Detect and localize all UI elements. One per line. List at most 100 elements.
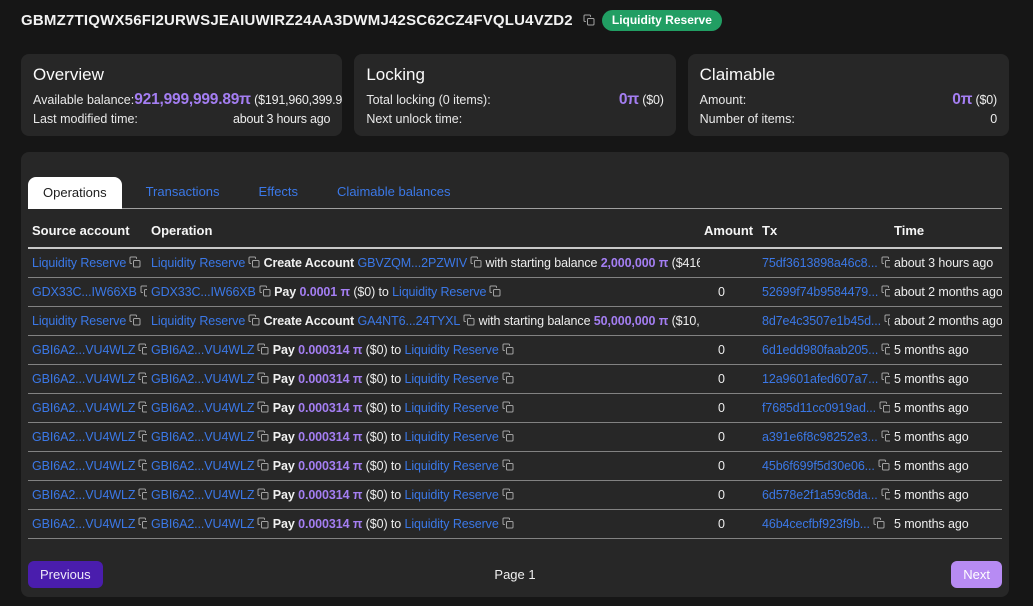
copy-icon[interactable] [257, 488, 269, 500]
copy-icon[interactable] [140, 285, 147, 297]
copy-icon[interactable] [259, 285, 271, 297]
source-account-link[interactable]: GDX33C...IW66XB [32, 285, 137, 299]
copy-icon[interactable] [463, 314, 475, 326]
copy-icon[interactable] [881, 430, 890, 442]
time-cell: 5 months ago [890, 452, 1002, 481]
copy-icon[interactable] [502, 430, 514, 442]
copy-icon[interactable] [248, 314, 260, 326]
operation-account-link[interactable]: Liquidity Reserve [404, 517, 498, 531]
tab-effects[interactable]: Effects [244, 176, 314, 208]
copy-icon[interactable] [129, 256, 141, 268]
copy-icon[interactable] [257, 459, 269, 471]
tx-link[interactable]: f7685d11cc0919ad... [762, 401, 876, 415]
copy-icon[interactable] [881, 343, 890, 355]
copy-icon[interactable] [257, 517, 269, 529]
copy-icon[interactable] [129, 314, 141, 326]
operation-account-link[interactable]: Liquidity Reserve [404, 488, 498, 502]
operation-amount: 0.000314 π [298, 401, 362, 415]
operation-account-link[interactable]: GDX33C...IW66XB [151, 285, 256, 299]
source-account-link[interactable]: Liquidity Reserve [32, 314, 126, 328]
operation-account-link[interactable]: GA4NT6...24TYXL [357, 314, 460, 328]
copy-icon[interactable] [878, 459, 890, 471]
previous-button[interactable]: Previous [28, 561, 103, 588]
operation-account-link[interactable]: GBVZQM...2PZWIV [357, 256, 467, 270]
operation-account-link[interactable]: GBI6A2...VU4WLZ [151, 343, 254, 357]
operation-account-link[interactable]: GBI6A2...VU4WLZ [151, 430, 254, 444]
claimable-card: Claimable Amount: 0π ($0) Number of item… [688, 54, 1009, 136]
operation-account-link[interactable]: Liquidity Reserve [404, 430, 498, 444]
source-account-link[interactable]: GBI6A2...VU4WLZ [32, 372, 135, 386]
copy-icon[interactable] [138, 430, 147, 442]
source-account-link[interactable]: GBI6A2...VU4WLZ [32, 459, 135, 473]
amount-cell: 0 [700, 365, 758, 394]
copy-icon[interactable] [138, 517, 147, 529]
copy-icon[interactable] [248, 256, 260, 268]
tx-link[interactable]: 12a9601afed607a7... [762, 372, 878, 386]
copy-icon[interactable] [257, 343, 269, 355]
copy-icon[interactable] [881, 256, 890, 268]
tx-link[interactable]: a391e6f8c98252e3... [762, 430, 878, 444]
tx-link[interactable]: 8d7e4c3507e1b45d... [762, 314, 881, 328]
operation-account-link[interactable]: GBI6A2...VU4WLZ [151, 517, 254, 531]
operation-account-link[interactable]: GBI6A2...VU4WLZ [151, 488, 254, 502]
copy-icon[interactable] [879, 401, 890, 413]
tx-link[interactable]: 6d1edd980faab205... [762, 343, 878, 357]
card-row: Total locking (0 items): 0π ($0) [366, 90, 663, 110]
copy-icon[interactable] [257, 401, 269, 413]
tab-transactions[interactable]: Transactions [131, 176, 235, 208]
tx-link[interactable]: 6d578e2f1a59c8da... [762, 488, 878, 502]
tx-link[interactable]: 46b4cecfbf923f9b... [762, 517, 870, 531]
copy-icon[interactable] [502, 517, 514, 529]
copy-icon[interactable] [502, 401, 514, 413]
copy-icon[interactable] [470, 256, 482, 268]
usd-value: ($191,960,399.98) [251, 93, 342, 107]
copy-icon[interactable] [257, 430, 269, 442]
copy-icon[interactable] [138, 343, 147, 355]
liquidity-reserve-badge: Liquidity Reserve [602, 10, 722, 31]
copy-icon[interactable] [873, 517, 885, 529]
operation-account-link[interactable]: Liquidity Reserve [404, 401, 498, 415]
source-account-link[interactable]: GBI6A2...VU4WLZ [32, 343, 135, 357]
copy-icon[interactable] [489, 285, 501, 297]
operation-account-link[interactable]: GBI6A2...VU4WLZ [151, 459, 254, 473]
copy-icon[interactable] [257, 372, 269, 384]
operation-account-link[interactable]: GBI6A2...VU4WLZ [151, 372, 254, 386]
card-title: Overview [33, 65, 330, 85]
copy-icon[interactable] [502, 488, 514, 500]
tab-claimable-balances[interactable]: Claimable balances [322, 176, 465, 208]
table-row: GDX33C...IW66XBGDX33C...IW66XB Pay 0.000… [28, 278, 1002, 307]
operation-account-link[interactable]: Liquidity Reserve [151, 314, 245, 328]
tx-link[interactable]: 75df3613898a46c8... [762, 256, 878, 270]
tx-link[interactable]: 45b6f699f5d30e06... [762, 459, 875, 473]
copy-icon[interactable] [502, 372, 514, 384]
operation-account-link[interactable]: Liquidity Reserve [404, 459, 498, 473]
copy-icon[interactable] [502, 459, 514, 471]
copy-icon[interactable] [138, 372, 147, 384]
operation-account-link[interactable]: Liquidity Reserve [404, 372, 498, 386]
operation-account-link[interactable]: Liquidity Reserve [392, 285, 486, 299]
copy-icon[interactable] [583, 14, 595, 26]
source-account-link[interactable]: GBI6A2...VU4WLZ [32, 401, 135, 415]
time-cell: 5 months ago [890, 394, 1002, 423]
next-button[interactable]: Next [951, 561, 1002, 588]
tx-link[interactable]: 52699f74b9584479... [762, 285, 878, 299]
card-label: Total locking (0 items): [366, 91, 490, 110]
operation-account-link[interactable]: Liquidity Reserve [151, 256, 245, 270]
operation-account-link[interactable]: GBI6A2...VU4WLZ [151, 401, 254, 415]
copy-icon[interactable] [881, 372, 890, 384]
operation-cell: Liquidity Reserve Create Account GBVZQM.… [147, 248, 700, 278]
copy-icon[interactable] [881, 285, 890, 297]
copy-icon[interactable] [881, 488, 890, 500]
copy-icon[interactable] [138, 459, 147, 471]
source-account-link[interactable]: GBI6A2...VU4WLZ [32, 488, 135, 502]
source-account-link[interactable]: GBI6A2...VU4WLZ [32, 517, 135, 531]
copy-icon[interactable] [138, 488, 147, 500]
operation-account-link[interactable]: Liquidity Reserve [404, 343, 498, 357]
source-account-link[interactable]: GBI6A2...VU4WLZ [32, 430, 135, 444]
source-account-link[interactable]: Liquidity Reserve [32, 256, 126, 270]
tab-operations[interactable]: Operations [28, 177, 122, 209]
copy-icon[interactable] [138, 401, 147, 413]
copy-icon[interactable] [502, 343, 514, 355]
copy-icon[interactable] [884, 314, 890, 326]
operation-text: with starting balance [485, 256, 597, 270]
